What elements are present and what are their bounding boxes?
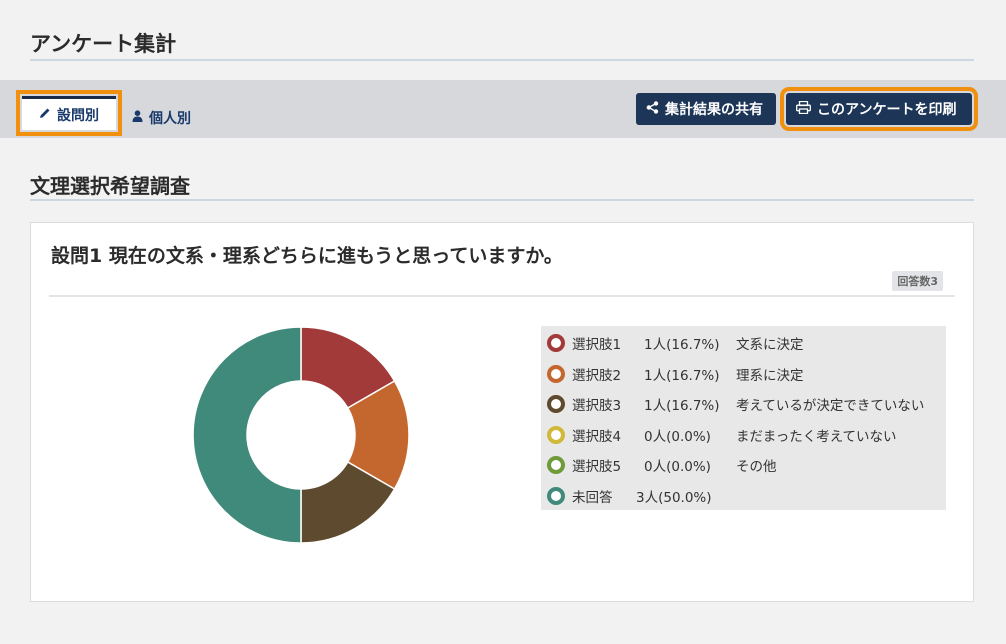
page-title: アンケート集計 (30, 32, 177, 56)
legend-item: 選択肢2 1人(16.7%) 理系に決定 (541, 359, 946, 390)
legend-name: 選択肢5 (572, 459, 622, 476)
share-icon (646, 100, 659, 118)
legend-count: 0人(0.0%) (644, 428, 711, 445)
share-results-button[interactable]: 集計結果の共有 (636, 93, 776, 125)
legend-count: 3人(50.0%) (636, 489, 712, 506)
print-icon (796, 100, 811, 118)
legend-item: 選択肢5 0人(0.0%) その他 (541, 450, 946, 481)
legend-swatch (547, 425, 565, 444)
legend-count: 1人(16.7%) (644, 367, 720, 384)
print-survey-button[interactable]: このアンケートを印刷 (780, 87, 978, 131)
donut-chart (192, 326, 410, 544)
title-divider (30, 59, 974, 61)
legend-item: 未回答 3人(50.0%) (541, 481, 946, 512)
user-icon (132, 110, 143, 126)
question-title: 設問1 現在の文系・理系どちらに進もうと思っていますか。 (51, 245, 563, 267)
legend-text: 考えているが決定できていない (736, 398, 925, 415)
tab-by-person[interactable]: 個人別 (132, 108, 191, 128)
tab-by-question-label: 設問別 (57, 107, 99, 124)
tab-by-question[interactable]: 設問別 (16, 90, 122, 136)
tab-by-person-label: 個人別 (149, 111, 191, 127)
legend-count: 0人(0.0%) (644, 459, 711, 476)
question-card: 設問1 現在の文系・理系どちらに進もうと思っていますか。 回答数3 選択肢1 1人… (30, 222, 974, 602)
survey-title-divider (30, 199, 974, 201)
legend-swatch (547, 486, 565, 505)
legend-item: 選択肢3 1人(16.7%) 考えているが決定できていない (541, 389, 946, 420)
answer-count-badge: 回答数3 (892, 271, 943, 291)
legend-swatch (547, 456, 565, 475)
legend-name: 選択肢3 (572, 398, 622, 415)
tab-bar: 設問別 個人別 集計結果の共有 このアンケートを印刷 (0, 80, 1006, 138)
legend-text: その他 (736, 459, 777, 476)
legend-name: 選択肢4 (572, 428, 622, 445)
chart-legend: 選択肢1 1人(16.7%) 文系に決定選択肢2 1人(16.7%) 理系に決定選択肢3… (541, 326, 946, 510)
legend-count: 1人(16.7%) (644, 398, 720, 415)
legend-swatch (547, 395, 565, 414)
share-results-label: 集計結果の共有 (665, 102, 763, 118)
legend-count: 1人(16.7%) (644, 337, 720, 354)
donut-slice-6 (192, 326, 302, 544)
legend-text: まだまったく考えていない (736, 428, 897, 445)
legend-name: 未回答 (572, 489, 613, 506)
survey-title: 文理選択希望調査 (30, 174, 190, 198)
legend-text: 文系に決定 (736, 337, 804, 354)
legend-text: 理系に決定 (736, 367, 804, 384)
legend-swatch (547, 334, 565, 353)
legend-name: 選択肢1 (572, 337, 622, 354)
legend-item: 選択肢4 0人(0.0%) まだまったく考えていない (541, 420, 946, 451)
print-survey-label: このアンケートを印刷 (817, 102, 957, 118)
pencil-icon (39, 107, 51, 123)
legend-item: 選択肢1 1人(16.7%) 文系に決定 (541, 328, 946, 359)
legend-swatch (547, 364, 565, 383)
legend-name: 選択肢2 (572, 367, 622, 384)
question-divider (49, 295, 955, 297)
